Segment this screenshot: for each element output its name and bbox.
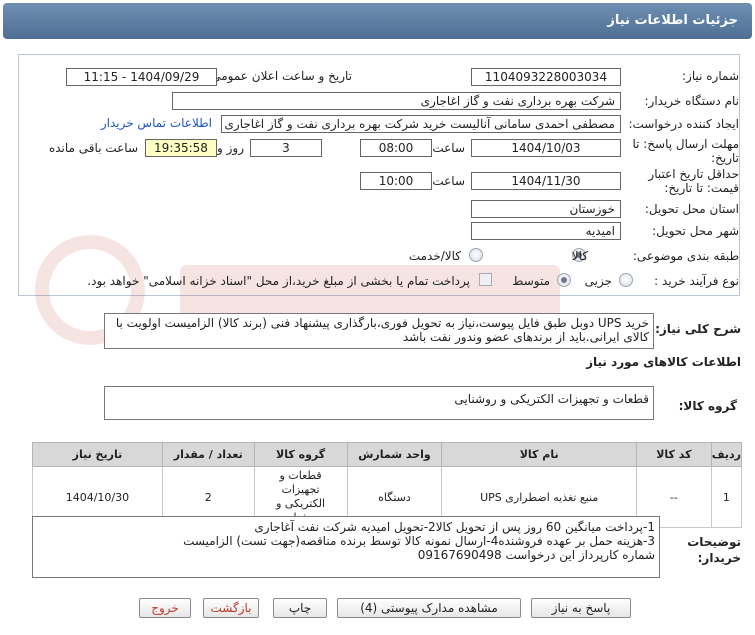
city-label: شهر محل تحویل: bbox=[652, 224, 739, 238]
category-option-goods: کالا bbox=[571, 249, 588, 263]
reply-button[interactable]: پاسخ به نیاز bbox=[531, 598, 631, 618]
price-validity-label: حداقل تاریخ اعتبار قیمت: تا تاریخ: bbox=[648, 167, 739, 195]
process-option-medium: متوسط bbox=[512, 274, 550, 288]
table-header-row: ردیف کد کالا نام کالا واحد شمارش گروه کا… bbox=[32, 442, 743, 467]
treasury-note: پرداخت تمام یا بخشی از مبلغ خرید،از محل … bbox=[87, 274, 470, 288]
buyer-note-line: 1-پرداخت میانگین 60 روز پس از تحویل کالا… bbox=[254, 520, 655, 534]
buyer-notes-textarea[interactable]: 1-پرداخت میانگین 60 روز پس از تحویل کالا… bbox=[32, 516, 660, 578]
summary-label: شرح کلی نیاز: bbox=[655, 322, 741, 336]
days-label: روز و bbox=[217, 141, 244, 155]
city-field[interactable]: امیدیه bbox=[471, 222, 621, 240]
need-number-label: شماره نیاز: bbox=[682, 69, 739, 83]
col-header-group: گروه کالا bbox=[253, 442, 348, 467]
col-header-name: نام کالا bbox=[441, 442, 637, 467]
need-number-field[interactable]: 1104093228003034 bbox=[471, 68, 621, 86]
buyer-notes-label: توضیحات خریدار: bbox=[687, 535, 741, 565]
page-header: جزئیات اطلاعات نیاز bbox=[3, 3, 752, 39]
goods-group-label: گروه کالا: bbox=[678, 399, 737, 413]
validity-time-field[interactable]: 10:00 bbox=[360, 172, 432, 190]
col-header-row: ردیف bbox=[710, 442, 743, 467]
announce-label: تاریخ و ساعت اعلان عمومی: bbox=[207, 69, 352, 83]
remaining-label: ساعت باقی مانده bbox=[48, 141, 138, 155]
goods-group-field[interactable]: قطعات و تجهیزات الکتریکی و روشنایی bbox=[104, 386, 654, 420]
goods-info-title: اطلاعات کالاهای مورد نیاز bbox=[586, 355, 741, 369]
province-field[interactable]: خوزستان bbox=[471, 200, 621, 218]
exit-button[interactable]: خروج bbox=[139, 598, 191, 618]
buyer-note-line: 3-هزینه حمل بر عهده فروشنده4-ارسال نمونه… bbox=[183, 534, 655, 548]
reply-date-field[interactable]: 1404/10/03 bbox=[471, 139, 621, 157]
announce-datetime-field[interactable]: 1404/09/29 - 11:15 bbox=[66, 68, 217, 86]
creator-field[interactable]: مصطفی احمدی سامانی آنالیست خرید شرکت بهر… bbox=[221, 115, 621, 133]
category-label: طبقه بندی موضوعی: bbox=[632, 249, 739, 263]
buyer-org-field[interactable]: شرکت بهره برداری نفت و گاز اغاجاری bbox=[172, 92, 621, 110]
category-radio-goods-service[interactable] bbox=[469, 248, 483, 262]
validity-date-field[interactable]: 1404/11/30 bbox=[471, 172, 621, 190]
validity-time-label: ساعت bbox=[432, 174, 465, 188]
category-option-goods-service: کالا/خدمت bbox=[408, 249, 461, 263]
days-remaining-field[interactable]: 3 bbox=[250, 139, 322, 157]
col-header-qty: تعداد / مقدار bbox=[161, 442, 255, 467]
process-radio-minor[interactable] bbox=[619, 273, 633, 287]
cell-row-number: 1 bbox=[710, 466, 743, 528]
reply-deadline-label: مهلت ارسال پاسخ: تا تاریخ: bbox=[632, 137, 739, 165]
col-header-code: کد کالا bbox=[635, 442, 712, 467]
treasury-checkbox[interactable] bbox=[479, 273, 492, 286]
reply-time-field[interactable]: 08:00 bbox=[360, 139, 432, 157]
buyer-note-line: شماره کارپرداز این درخواست 09167690498 bbox=[417, 548, 655, 562]
view-attachments-button[interactable]: مشاهده مدارک پیوستی (4) bbox=[337, 598, 521, 618]
page-title: جزئیات اطلاعات نیاز bbox=[607, 13, 738, 28]
print-button[interactable]: چاپ bbox=[273, 598, 327, 618]
back-button[interactable]: بازگشت bbox=[203, 598, 259, 618]
process-option-minor: جزیی bbox=[584, 274, 612, 288]
province-label: استان محل تحویل: bbox=[644, 202, 739, 216]
summary-textarea[interactable]: خرید UPS دوبل طبق فایل پیوست،نیاز به تحو… bbox=[104, 313, 654, 349]
col-header-unit: واحد شمارش bbox=[346, 442, 443, 467]
process-radio-medium[interactable] bbox=[557, 273, 571, 287]
buyer-contact-link[interactable]: اطلاعات تماس خریدار bbox=[101, 116, 212, 130]
reply-time-label: ساعت bbox=[432, 141, 465, 155]
col-header-date: تاریخ نیاز bbox=[32, 442, 163, 467]
process-label: نوع فرآیند خرید : bbox=[654, 274, 739, 288]
remaining-time-field: 19:35:58 bbox=[145, 139, 217, 157]
creator-label: ایجاد کننده درخواست: bbox=[628, 117, 739, 131]
buyer-org-label: نام دستگاه خریدار: bbox=[644, 94, 740, 108]
